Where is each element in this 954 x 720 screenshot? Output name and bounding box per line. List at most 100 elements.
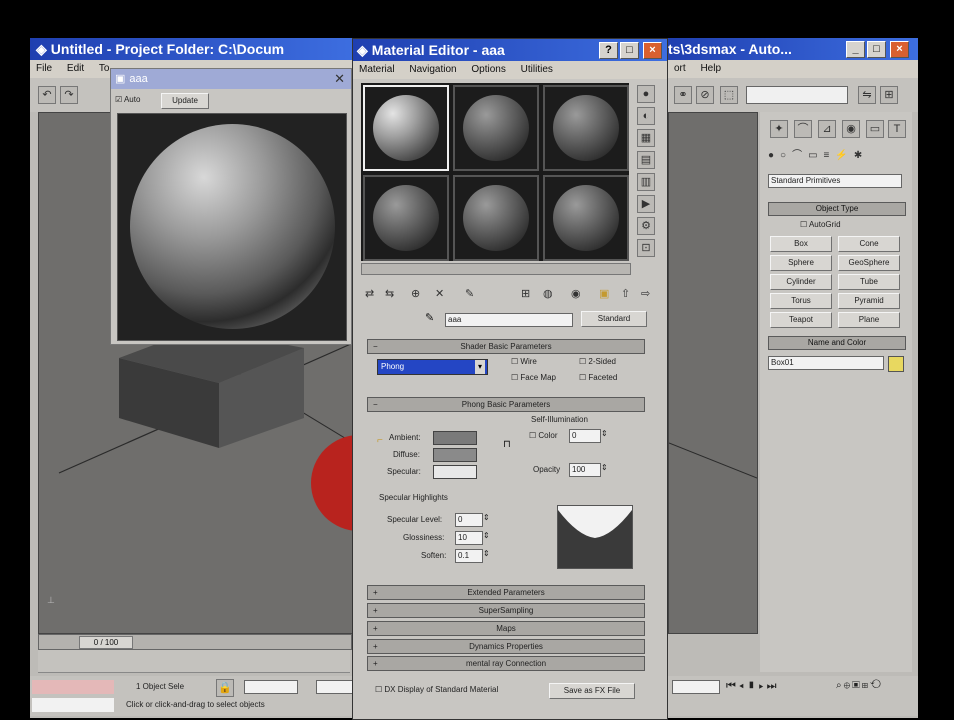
mirror-icon[interactable]: ⇋ [858,86,876,104]
align-icon[interactable]: ⊞ [880,86,898,104]
track-bar[interactable] [38,650,350,673]
specular-color-swatch[interactable] [433,465,477,479]
maxscript-listener-field[interactable] [32,680,114,694]
plane-button[interactable]: Plane [838,312,900,328]
minimize-button[interactable]: _ [846,41,865,58]
close-button[interactable]: × [890,41,909,58]
save-fx-button[interactable]: Save as FX File [549,683,635,699]
unlink-icon[interactable]: ⊘ [696,86,714,104]
object-color-swatch[interactable] [888,356,904,372]
time-slider[interactable]: 0 / 100 [38,634,352,650]
get-material-icon[interactable]: ⇄ [365,285,374,303]
dynamics-properties-rollout[interactable]: + Dynamics Properties [367,639,645,654]
me-menu-utilities[interactable]: Utilities [521,64,553,75]
lock-diffuse-specular-icon[interactable]: ⊓ [503,439,511,450]
menu-import[interactable]: ort [674,63,686,74]
shader-type-dropdown[interactable]: Phong ▾ [377,359,488,375]
sample-slot-1[interactable] [363,85,449,171]
go-to-parent-icon[interactable]: ⇧ [621,285,630,303]
lock-selection-icon[interactable]: 🔒 [216,679,234,697]
sample-slot-4[interactable] [363,175,449,261]
wire-checkbox[interactable]: ☐ Wire [511,357,537,366]
utilities-tab-icon[interactable]: T [888,120,906,138]
auto-checkbox[interactable]: ☑ Auto [115,95,140,104]
extended-parameters-rollout[interactable]: + Extended Parameters [367,585,645,600]
teapot-button[interactable]: Teapot [770,312,832,328]
dx-display-checkbox[interactable]: ☐ DX Display of Standard Material [375,685,498,694]
put-to-library-icon[interactable]: ⊞ [521,285,530,303]
sample-slot-6[interactable] [543,175,629,261]
pyramid-button[interactable]: Pyramid [838,293,900,309]
me-help-button[interactable]: ? [599,42,618,59]
sample-slots-scrollbar[interactable] [361,263,631,275]
pick-material-icon[interactable]: ✎ [425,311,434,324]
geosphere-button[interactable]: GeoSphere [838,255,900,271]
assign-material-icon[interactable]: ⊕ [411,285,420,303]
redo-icon[interactable]: ↷ [60,86,78,104]
hierarchy-tab-icon[interactable]: ⊿ [818,120,836,138]
soften-spinner[interactable]: ⇕ [483,549,490,558]
backlight-icon[interactable]: ◐ [637,107,655,125]
material-name-field[interactable]: aaa [445,313,573,327]
maps-rollout[interactable]: + Maps [367,621,645,636]
preview-close-icon[interactable]: ✕ [334,69,345,89]
primitive-type-dropdown[interactable]: Standard Primitives [768,174,902,188]
autogrid-checkbox[interactable]: ☐ AutoGrid [800,220,841,229]
menu-file[interactable]: File [36,63,52,74]
y-coordinate-field[interactable] [316,680,354,694]
menu-help[interactable]: Help [700,63,721,74]
maximize-button[interactable]: □ [867,41,886,58]
undo-icon[interactable]: ↶ [38,86,56,104]
diffuse-color-swatch[interactable] [433,448,477,462]
menu-edit[interactable]: Edit [67,63,84,74]
uv-tiling-icon[interactable]: ▤ [637,151,655,169]
maxscript-listener-field-2[interactable] [32,698,114,712]
video-check-icon[interactable]: ▥ [637,173,655,191]
display-tab-icon[interactable]: ▭ [866,120,884,138]
specular-level-spinner[interactable]: ⇕ [483,513,490,522]
shader-basic-rollout[interactable]: − Shader Basic Parameters [367,339,645,354]
select-icon[interactable]: ⬚ [720,86,738,104]
x-coordinate-field[interactable] [244,680,298,694]
modify-tab-icon[interactable]: ⌒ [794,120,812,138]
sample-slot-5[interactable] [453,175,539,261]
soften-field[interactable]: 0.1 [455,549,483,563]
phong-basic-rollout[interactable]: − Phong Basic Parameters [367,397,645,412]
sample-slot-2[interactable] [453,85,539,171]
go-forward-sibling-icon[interactable]: ⇨ [641,285,650,303]
self-illum-color-checkbox[interactable]: ☐ Color [529,431,558,440]
named-selection-dropdown[interactable] [746,86,848,104]
object-type-rollout[interactable]: Object Type [768,202,906,216]
time-slider-thumb[interactable]: 0 / 100 [79,636,133,649]
put-to-scene-icon[interactable]: ⇆ [385,285,394,303]
faceted-checkbox[interactable]: ☐ Faceted [579,373,617,382]
tube-button[interactable]: Tube [838,274,900,290]
show-map-icon[interactable]: ◉ [571,285,581,303]
cone-button[interactable]: Cone [838,236,900,252]
self-illum-spinner[interactable]: ⇕ [601,429,608,438]
sample-slot-3[interactable] [543,85,629,171]
key-filter-dropdown[interactable] [672,680,720,694]
show-end-result-icon[interactable]: ▣ [599,285,609,303]
select-by-material-icon[interactable]: ⊡ [637,239,655,257]
motion-tab-icon[interactable]: ◉ [842,120,860,138]
mental-ray-rollout[interactable]: + mental ray Connection [367,656,645,671]
face-map-checkbox[interactable]: ☐ Face Map [511,373,556,382]
self-illum-value[interactable]: 0 [569,429,601,443]
me-menu-options[interactable]: Options [471,64,505,75]
supersampling-rollout[interactable]: + SuperSampling [367,603,645,618]
update-button[interactable]: Update [161,93,209,109]
torus-button[interactable]: Torus [770,293,832,309]
make-copy-icon[interactable]: ✎ [465,285,474,303]
right-viewport[interactable] [668,112,758,634]
sample-type-icon[interactable]: ● [637,85,655,103]
specular-level-field[interactable]: 0 [455,513,483,527]
me-close-button[interactable]: × [643,42,662,59]
box-button[interactable]: Box [770,236,832,252]
viewport-nav-icons[interactable]: ⌕⊕▣⊞⟲ [836,678,916,694]
two-sided-checkbox[interactable]: ☐ 2-Sided [579,357,616,366]
link-icon[interactable]: ⚭ [674,86,692,104]
reset-material-icon[interactable]: ✕ [435,285,444,303]
material-type-button[interactable]: Standard [581,311,647,327]
menu-tools[interactable]: To [99,63,110,74]
